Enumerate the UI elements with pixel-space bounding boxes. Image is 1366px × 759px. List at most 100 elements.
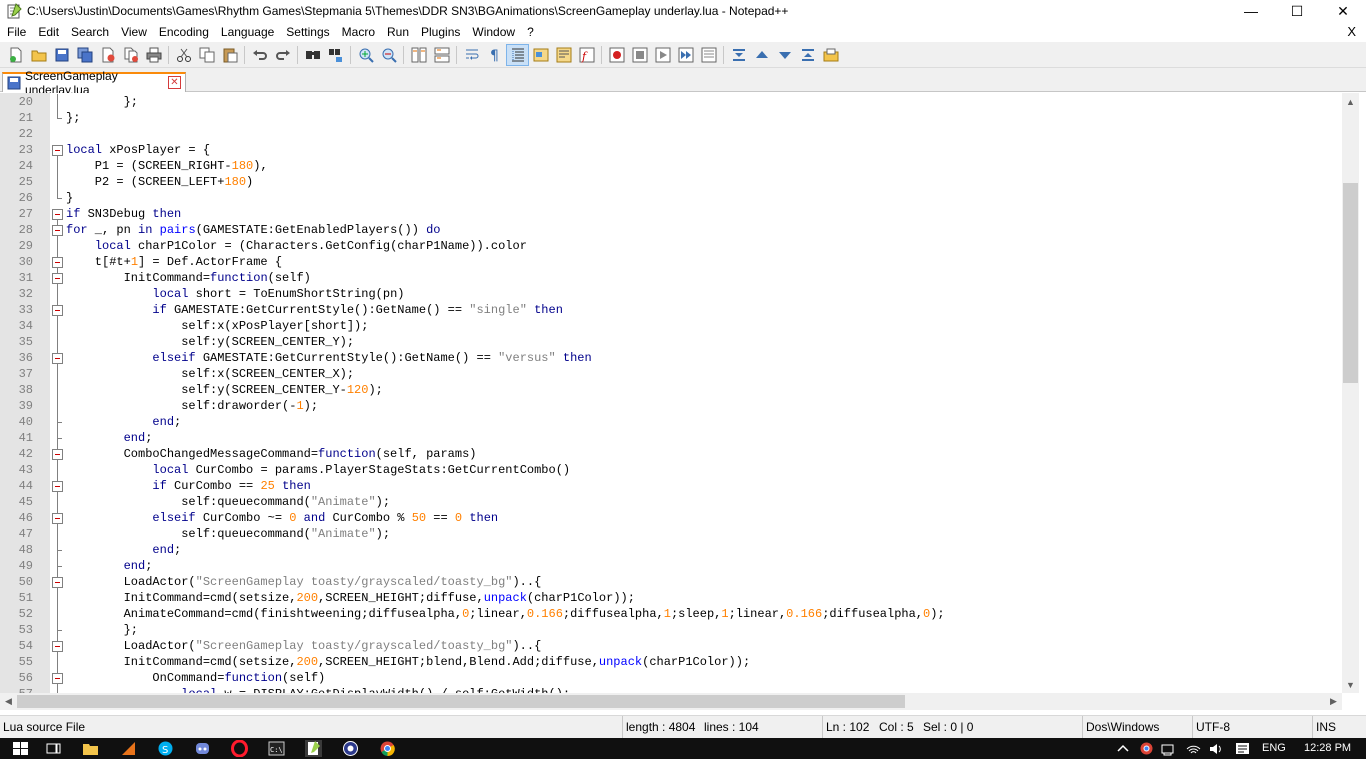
chrome-icon[interactable] [379, 740, 396, 757]
code-line[interactable]: 25 P2 = (SCREEN_LEFT+180) [0, 174, 1342, 190]
skype-icon[interactable]: S [157, 740, 174, 757]
tray-language[interactable]: ENG [1262, 738, 1286, 759]
code-line[interactable]: 56 OnCommand=function(self) [0, 670, 1342, 686]
indent-guide-button[interactable] [506, 43, 529, 66]
code-line[interactable]: 38 self:y(SCREEN_CENTER_Y-120); [0, 382, 1342, 398]
windows-start-icon[interactable] [12, 740, 29, 757]
fold-toggle-icon[interactable] [52, 142, 63, 158]
record-macro-button[interactable] [605, 44, 628, 66]
menu-search[interactable]: Search [65, 22, 115, 42]
tray-notes-icon[interactable] [1234, 740, 1251, 757]
play-macro-button[interactable] [651, 44, 674, 66]
code-line[interactable]: 53 }; [0, 622, 1342, 638]
code-line[interactable]: 22 [0, 126, 1342, 142]
code-line[interactable]: 57 local w = DISPLAY:GetDisplayWidth() /… [0, 686, 1342, 693]
code-line[interactable]: 51 InitCommand=cmd(setsize,200,SCREEN_HE… [0, 590, 1342, 606]
new-file-button[interactable] [4, 44, 27, 66]
save-all-button[interactable] [73, 44, 96, 66]
tray-network-icon[interactable] [1160, 740, 1177, 757]
next-bookmark-button[interactable] [773, 44, 796, 66]
close-button[interactable]: ✕ [1320, 0, 1366, 22]
code-line[interactable]: 26} [0, 190, 1342, 206]
code-line[interactable]: 52 AnimateCommand=cmd(finishtweening;dif… [0, 606, 1342, 622]
scroll-right-icon[interactable]: ▶ [1325, 693, 1342, 710]
undo-button[interactable] [248, 44, 271, 66]
code-line[interactable]: 44 if CurCombo == 25 then [0, 478, 1342, 494]
minimize-button[interactable]: — [1228, 0, 1274, 22]
fold-toggle-icon[interactable] [52, 270, 63, 286]
fold-toggle-icon[interactable] [52, 670, 63, 686]
print-button[interactable] [142, 44, 165, 66]
scroll-up-icon[interactable]: ▲ [1342, 93, 1359, 110]
zoom-out-button[interactable] [377, 44, 400, 66]
folding-button[interactable] [727, 44, 750, 66]
code-line[interactable]: 24 P1 = (SCREEN_RIGHT-180), [0, 158, 1342, 174]
code-line[interactable]: 36 elseif GAMESTATE:GetCurrentStyle():Ge… [0, 350, 1342, 366]
tray-wifi-icon[interactable] [1185, 740, 1202, 757]
close-document-button[interactable]: X [1347, 22, 1356, 42]
tab-close-icon[interactable]: ✕ [168, 76, 181, 89]
fold-toggle-icon[interactable] [52, 350, 63, 366]
tray-chrome-icon[interactable] [1138, 740, 1155, 757]
find-button[interactable] [301, 44, 324, 66]
menu-run[interactable]: Run [381, 22, 415, 42]
menu-encoding[interactable]: Encoding [153, 22, 215, 42]
opera-icon[interactable] [231, 739, 248, 758]
tab-screengameplay-underlay[interactable]: ScreenGameplay underlay.lua ✕ [2, 69, 186, 97]
fold-toggle-icon[interactable] [52, 302, 63, 318]
menu-language[interactable]: Language [215, 22, 280, 42]
scroll-left-icon[interactable]: ◀ [0, 693, 17, 710]
task-view-icon[interactable] [45, 740, 62, 757]
bookmark-button[interactable] [796, 44, 819, 66]
app-icon-orange[interactable] [120, 740, 137, 757]
open-file-button[interactable] [27, 44, 50, 66]
menu-window[interactable]: Window [466, 22, 521, 42]
fold-toggle-icon[interactable] [52, 222, 63, 238]
tray-clock[interactable]: 12:28 PM [1304, 738, 1351, 759]
code-line[interactable]: 46 elseif CurCombo ~= 0 and CurCombo % 5… [0, 510, 1342, 526]
fold-toggle-icon[interactable] [52, 446, 63, 462]
menu-settings[interactable]: Settings [280, 22, 335, 42]
fold-toggle-icon[interactable] [52, 206, 63, 222]
redo-button[interactable] [271, 44, 294, 66]
code-line[interactable]: 37 self:x(SCREEN_CENTER_X); [0, 366, 1342, 382]
stepmania-icon[interactable] [342, 740, 359, 757]
code-line[interactable]: 29 local charP1Color = (Characters.GetCo… [0, 238, 1342, 254]
launch-button[interactable] [819, 44, 842, 66]
menu-view[interactable]: View [115, 22, 153, 42]
code-line[interactable]: 47 self:queuecommand("Animate"); [0, 526, 1342, 542]
scroll-down-icon[interactable]: ▼ [1342, 676, 1359, 693]
fold-toggle-icon[interactable] [52, 574, 63, 590]
user-language-button[interactable] [529, 44, 552, 66]
function-list-button[interactable]: f [575, 44, 598, 66]
code-line[interactable]: 35 self:y(SCREEN_CENTER_Y); [0, 334, 1342, 350]
code-editor[interactable]: 20 }; 21}; 22 23 local xPosPlayer = {24 P1 =… [0, 93, 1342, 693]
save-macro-button[interactable] [697, 44, 720, 66]
replace-button[interactable] [324, 44, 347, 66]
fold-toggle-icon[interactable] [52, 510, 63, 526]
doc-map-button[interactable] [552, 44, 575, 66]
code-line[interactable]: 39 self:draworder(-1); [0, 398, 1342, 414]
tray-expand-icon[interactable] [1115, 740, 1132, 757]
code-line[interactable]: 23 local xPosPlayer = { [0, 142, 1342, 158]
code-line[interactable]: 54 LoadActor("ScreenGameplay toasty/gray… [0, 638, 1342, 654]
code-line[interactable]: 41 end; [0, 430, 1342, 446]
word-wrap-button[interactable] [460, 44, 483, 66]
zoom-in-button[interactable] [354, 44, 377, 66]
menu-macro[interactable]: Macro [336, 22, 381, 42]
menu-help[interactable]: ? [521, 22, 540, 42]
sync-horizontal-button[interactable] [430, 44, 453, 66]
code-line[interactable]: 31 InitCommand=function(self) [0, 270, 1342, 286]
menu-file[interactable]: File [1, 22, 32, 42]
menu-edit[interactable]: Edit [32, 22, 65, 42]
code-line[interactable]: 21}; [0, 110, 1342, 126]
code-line[interactable]: 42 ComboChangedMessageCommand=function(s… [0, 446, 1342, 462]
stop-macro-button[interactable] [628, 44, 651, 66]
command-prompt-icon[interactable]: C:\ [268, 740, 285, 757]
code-line[interactable]: 50 LoadActor("ScreenGameplay toasty/gray… [0, 574, 1342, 590]
code-line[interactable]: 48 end; [0, 542, 1342, 558]
show-all-chars-button[interactable]: ¶ [483, 44, 506, 66]
code-line[interactable]: 20 }; [0, 94, 1342, 110]
tray-volume-icon[interactable] [1208, 740, 1225, 757]
code-line[interactable]: 28 for _, pn in pairs(GAMESTATE:GetEnable… [0, 222, 1342, 238]
